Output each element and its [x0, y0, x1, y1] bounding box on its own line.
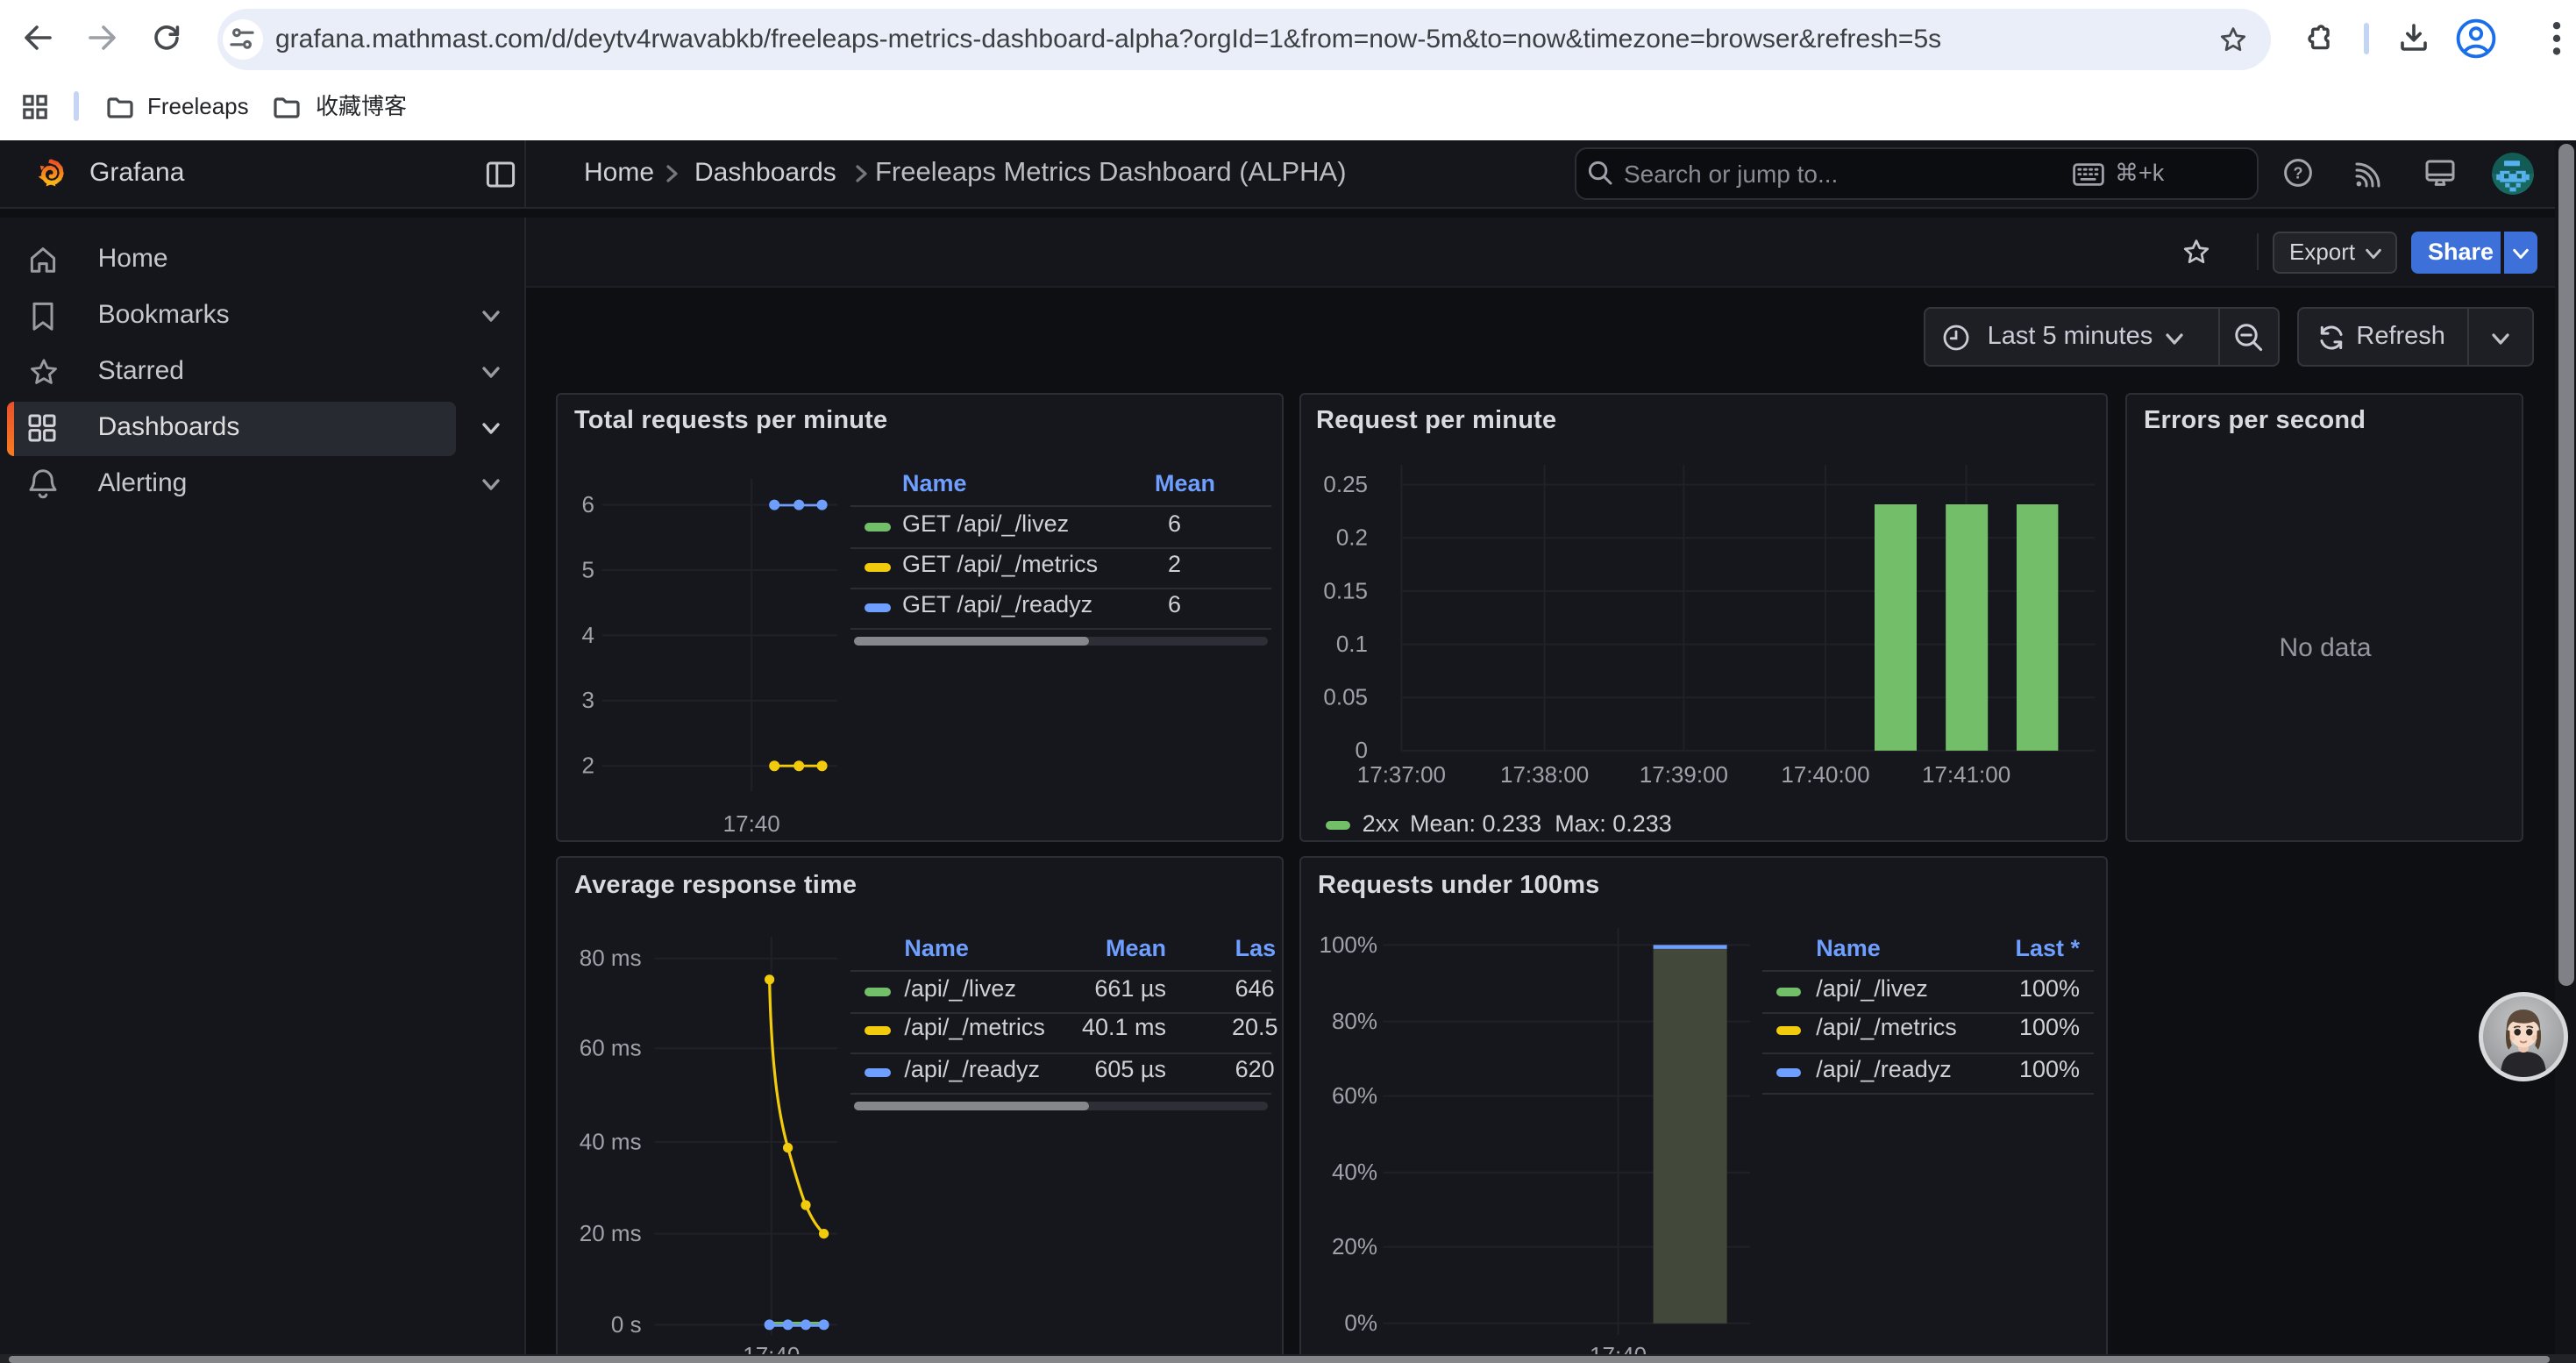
- svg-text:20 ms: 20 ms: [579, 1220, 641, 1246]
- svg-text:3: 3: [581, 686, 594, 712]
- svg-text:0: 0: [1355, 736, 1367, 762]
- svg-text:0.2: 0.2: [1335, 524, 1367, 550]
- svg-text:80%: 80%: [1331, 1008, 1377, 1034]
- svg-text:0.05: 0.05: [1322, 683, 1367, 710]
- svg-text:5: 5: [581, 555, 594, 582]
- svg-text:17:38:00: 17:38:00: [1499, 760, 1588, 787]
- svg-text:17:37:00: 17:37:00: [1356, 760, 1445, 787]
- svg-text:4: 4: [581, 621, 594, 647]
- svg-text:17:39:00: 17:39:00: [1639, 760, 1727, 787]
- svg-text:17:40: 17:40: [722, 810, 779, 836]
- svg-text:20%: 20%: [1331, 1233, 1377, 1260]
- svg-text:80 ms: 80 ms: [579, 945, 641, 971]
- svg-text:6: 6: [581, 490, 594, 517]
- svg-text:60 ms: 60 ms: [579, 1035, 641, 1061]
- svg-text:17:41:00: 17:41:00: [1921, 760, 2010, 787]
- svg-text:0 s: 0 s: [610, 1311, 641, 1338]
- svg-text:40 ms: 40 ms: [579, 1128, 641, 1154]
- svg-text:40%: 40%: [1331, 1159, 1377, 1185]
- svg-text:0.1: 0.1: [1335, 630, 1367, 656]
- svg-text:0%: 0%: [1343, 1309, 1377, 1336]
- svg-text:60%: 60%: [1331, 1082, 1377, 1109]
- svg-text:2: 2: [581, 752, 594, 778]
- svg-text:100%: 100%: [1319, 931, 1377, 958]
- svg-text:17:40:00: 17:40:00: [1780, 760, 1868, 787]
- svg-text:0.25: 0.25: [1322, 470, 1367, 496]
- svg-text:0.15: 0.15: [1322, 576, 1367, 603]
- svg-text:?: ?: [2294, 165, 2303, 182]
